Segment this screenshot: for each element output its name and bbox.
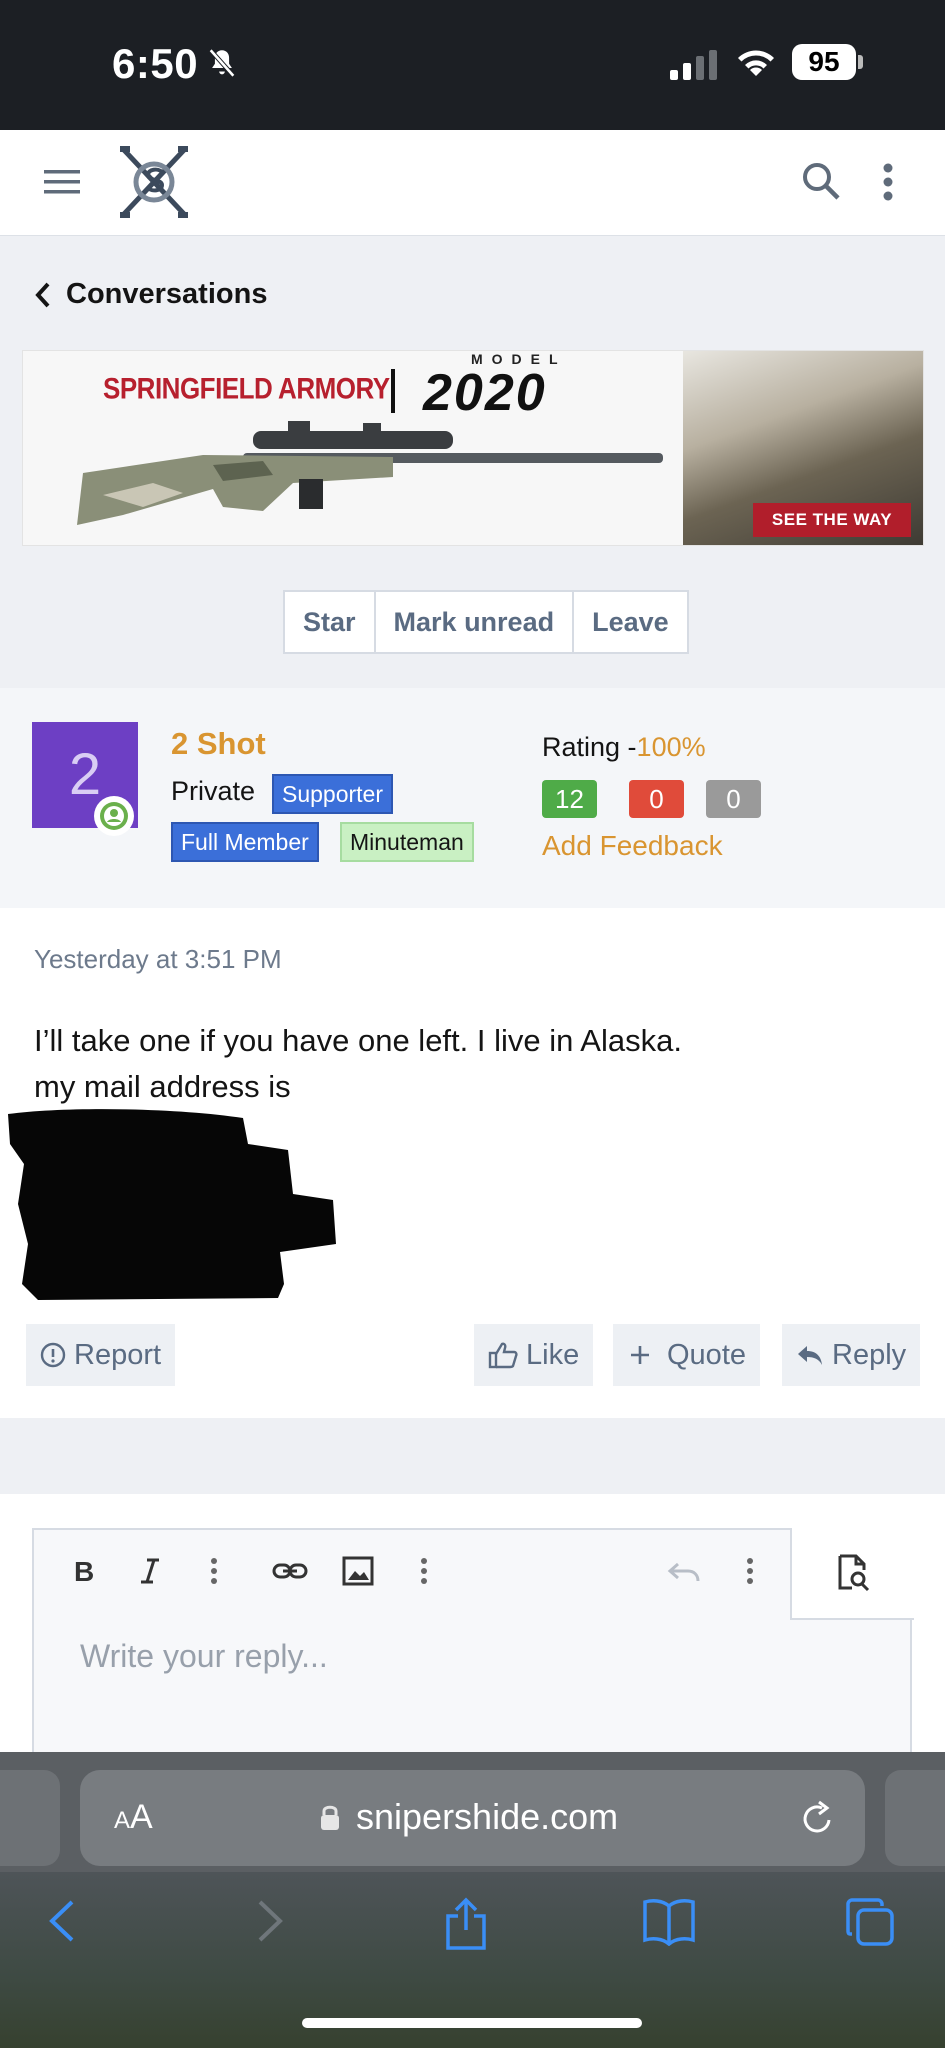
report-label: Report bbox=[74, 1338, 162, 1371]
battery-cap bbox=[858, 55, 863, 69]
share-icon[interactable] bbox=[444, 1896, 488, 1952]
battery-indicator: 95 bbox=[792, 44, 856, 80]
add-feedback-link[interactable]: Add Feedback bbox=[542, 830, 723, 862]
feedback-positive[interactable]: 12 bbox=[542, 780, 597, 818]
kebab-icon[interactable] bbox=[882, 162, 894, 202]
ad-divider bbox=[391, 369, 395, 413]
previous-tab-preview[interactable] bbox=[0, 1770, 60, 1866]
message-body: I’ll take one if you have one left. I li… bbox=[34, 1018, 682, 1110]
image-icon[interactable] bbox=[342, 1556, 374, 1586]
like-button[interactable]: Like bbox=[474, 1324, 594, 1386]
status-time: 6:50 bbox=[112, 40, 199, 87]
badge-minuteman: Minuteman bbox=[340, 822, 474, 862]
snipershide-logo[interactable] bbox=[118, 144, 190, 220]
reply-input[interactable]: Write your reply... bbox=[80, 1638, 328, 1675]
badge-supporter: Supporter bbox=[272, 774, 394, 814]
more-insert-icon[interactable] bbox=[420, 1556, 428, 1586]
quote-button[interactable]: Quote bbox=[613, 1324, 760, 1386]
rating-value: 100% bbox=[636, 732, 706, 762]
report-button[interactable]: Report bbox=[26, 1324, 176, 1386]
link-icon[interactable] bbox=[272, 1556, 308, 1586]
status-bar: 6:50 95 bbox=[0, 0, 945, 130]
tabs-icon[interactable] bbox=[844, 1896, 896, 1948]
leave-button[interactable]: Leave bbox=[574, 592, 687, 652]
thumbs-up-icon bbox=[488, 1342, 518, 1369]
feedback-neutral[interactable]: 0 bbox=[706, 780, 761, 818]
user-online-icon bbox=[100, 802, 128, 830]
reload-icon[interactable] bbox=[798, 1798, 836, 1838]
breadcrumb-label: Conversations bbox=[66, 278, 268, 310]
bell-muted-icon bbox=[208, 48, 236, 78]
hamburger-icon[interactable] bbox=[42, 166, 82, 198]
more-options-icon[interactable] bbox=[746, 1556, 754, 1586]
message-timestamp[interactable]: Yesterday at 3:51 PM bbox=[34, 944, 282, 975]
like-label: Like bbox=[526, 1338, 580, 1371]
badge-full-member: Full Member bbox=[171, 822, 319, 862]
browser-toolbar bbox=[0, 1872, 945, 2048]
mark-unread-button[interactable]: Mark unread bbox=[376, 592, 575, 652]
reply-button[interactable]: Reply bbox=[782, 1324, 921, 1386]
svg-text:B: B bbox=[74, 1556, 94, 1586]
quote-label: Quote bbox=[667, 1338, 746, 1371]
reply-editor: B Write your reply... bbox=[32, 1528, 914, 1768]
quick-reply: B Write your reply... bbox=[0, 1494, 945, 1768]
message-post: Yesterday at 3:51 PM I’ll take one if yo… bbox=[0, 908, 945, 1418]
next-tab-preview[interactable] bbox=[885, 1770, 945, 1866]
bold-icon[interactable]: B bbox=[72, 1556, 96, 1586]
editor-toolbar: B bbox=[34, 1530, 790, 1620]
site-header bbox=[0, 130, 945, 236]
message-line: I’ll take one if you have one left. I li… bbox=[34, 1023, 682, 1058]
alert-circle-icon bbox=[40, 1342, 66, 1368]
preview-button[interactable] bbox=[790, 1528, 914, 1620]
username[interactable]: 2 Shot bbox=[171, 726, 266, 762]
ad-model-number: 2020 bbox=[423, 364, 547, 422]
url-field[interactable]: AA snipershide.com bbox=[80, 1770, 865, 1866]
feedback-negative[interactable]: 0 bbox=[629, 780, 684, 818]
document-search-icon bbox=[838, 1554, 870, 1592]
search-icon[interactable] bbox=[800, 160, 842, 202]
cell-signal-icon bbox=[670, 50, 717, 80]
star-button[interactable]: Star bbox=[285, 592, 376, 652]
ad-brand: SPRINGFIELD ARMORY bbox=[103, 370, 390, 406]
bookmarks-icon[interactable] bbox=[642, 1896, 696, 1946]
plus-icon bbox=[631, 1346, 649, 1364]
home-indicator bbox=[302, 2018, 642, 2028]
redacted-scribble bbox=[8, 1109, 336, 1300]
ad-banner[interactable]: SPRINGFIELD ARMORY MODEL 2020 SEE THE WA… bbox=[22, 350, 924, 546]
reader-settings-button[interactable]: AA bbox=[114, 1798, 153, 1837]
online-indicator bbox=[94, 796, 134, 836]
rating-label: Rating - bbox=[542, 732, 637, 762]
reply-arrow-icon bbox=[798, 1346, 822, 1365]
chevron-left-icon bbox=[35, 282, 50, 307]
undo-icon[interactable] bbox=[666, 1556, 702, 1586]
reply-label: Reply bbox=[832, 1338, 907, 1371]
italic-icon[interactable] bbox=[138, 1556, 162, 1586]
more-formatting-icon[interactable] bbox=[210, 1556, 218, 1586]
rating: Rating -100% bbox=[542, 732, 706, 763]
browser-address-bar: AA snipershide.com bbox=[0, 1752, 945, 1872]
breadcrumb-conversations[interactable]: Conversations bbox=[34, 278, 267, 311]
conversation-actions: Star Mark unread Leave bbox=[283, 590, 689, 654]
aa-large: A bbox=[130, 1798, 153, 1836]
forward-icon[interactable] bbox=[252, 1896, 288, 1946]
message-user-info: 2 2 Shot Private Supporter Full Member M… bbox=[0, 688, 945, 908]
aa-small: A bbox=[114, 1807, 131, 1834]
rifle-image bbox=[77, 421, 663, 525]
wifi-icon bbox=[738, 50, 774, 76]
back-icon[interactable] bbox=[44, 1896, 80, 1946]
ad-cta-button[interactable]: SEE THE WAY bbox=[753, 503, 911, 537]
lock-icon bbox=[321, 1805, 339, 1830]
user-rank: Private bbox=[171, 776, 256, 806]
url-text: snipershide.com bbox=[356, 1796, 619, 1837]
